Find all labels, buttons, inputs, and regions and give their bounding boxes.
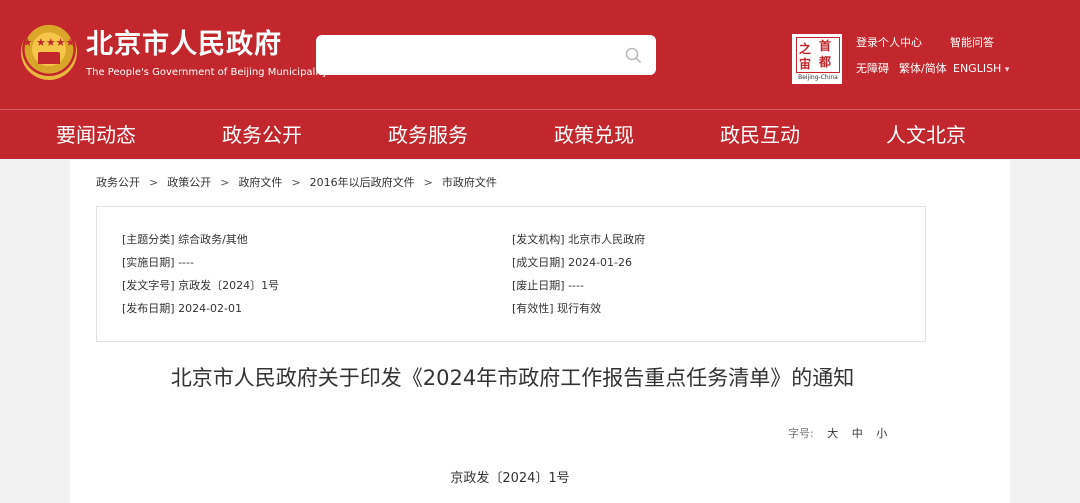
- breadcrumb-item[interactable]: 政府文件: [238, 176, 282, 189]
- accessible-link[interactable]: 无障碍: [856, 62, 889, 76]
- breadcrumb-separator: >: [291, 176, 301, 189]
- trad-simp-link[interactable]: 繁体/简体: [899, 62, 947, 76]
- main-nav: 要闻动态 政务公开 政务服务 政策兑现 政民互动 人文北京: [0, 109, 1080, 159]
- breadcrumb: 政务公开 > 政策公开 > 政府文件 >2016年以后政府文件 > 市政府文件: [96, 176, 497, 190]
- site-title[interactable]: 北京市人民政府: [86, 28, 282, 62]
- nav-item-gov-affairs[interactable]: 政务公开: [192, 110, 332, 160]
- site-header: ★ ★★★★ 北京市人民政府 The People's Government o…: [0, 0, 1080, 109]
- info-publish-date: [发布日期] 2024-02-01: [122, 302, 243, 315]
- capital-logo-caption: Beijing-China: [798, 74, 838, 81]
- info-issuer: [发文机构] 北京市人民政府: [512, 233, 646, 246]
- font-small-button[interactable]: 小: [876, 427, 887, 440]
- info-effective-date: [实施日期] ----: [122, 256, 194, 269]
- font-size-controls: 字号: 大 中 小: [788, 427, 887, 441]
- capital-logo-char: 都: [819, 55, 832, 69]
- info-topic: [主题分类] 综合政务/其他: [122, 233, 248, 246]
- search-box[interactable]: [316, 35, 656, 75]
- breadcrumb-item[interactable]: 政策公开: [167, 176, 211, 189]
- info-created-date: [成文日期] 2024-01-26: [512, 256, 633, 269]
- nav-item-policy[interactable]: 政策兑现: [524, 110, 664, 160]
- breadcrumb-separator: >: [220, 176, 230, 189]
- emblem-gate-icon: [38, 52, 60, 64]
- breadcrumb-item[interactable]: 市政府文件: [442, 176, 497, 189]
- english-link[interactable]: ENGLISH ▾: [953, 62, 1009, 77]
- main-content: 政务公开 > 政策公开 > 政府文件 >2016年以后政府文件 > 市政府文件 [主题分类] …: [70, 160, 1010, 503]
- info-doc-number: [发文字号] 京政发〔2024〕1号: [122, 279, 280, 292]
- info-validity: [有效性] 现行有效: [512, 302, 602, 315]
- font-large-button[interactable]: 大: [827, 427, 838, 440]
- nav-item-gov-services[interactable]: 政务服务: [358, 110, 498, 160]
- nav-item-interaction[interactable]: 政民互动: [690, 110, 830, 160]
- breadcrumb-item[interactable]: 2016年以后政府文件: [310, 176, 415, 189]
- site-subtitle: The People's Government of Beijing Munic…: [86, 67, 328, 78]
- english-label: ENGLISH: [953, 62, 1002, 75]
- chevron-down-icon: ▾: [1004, 65, 1010, 75]
- document-number-line: 京政发〔2024〕1号: [450, 471, 570, 486]
- search-icon[interactable]: [624, 46, 642, 64]
- capital-logo-char: 首: [819, 39, 832, 53]
- search-input[interactable]: [328, 43, 618, 67]
- breadcrumb-separator: >: [149, 176, 159, 189]
- emblem-stars-icon: ★ ★★★★: [22, 36, 76, 49]
- capital-logo[interactable]: 之 首 宙 都 Beijing-China: [792, 34, 842, 84]
- font-medium-button[interactable]: 中: [852, 427, 863, 440]
- breadcrumb-item[interactable]: 政务公开: [96, 176, 140, 189]
- qa-link[interactable]: 智能问答: [950, 36, 994, 50]
- nav-item-news[interactable]: 要闻动态: [26, 110, 166, 160]
- font-size-label: 字号:: [788, 427, 814, 440]
- national-emblem-icon[interactable]: ★ ★★★★: [21, 24, 77, 80]
- document-info-box: [主题分类] 综合政务/其他 [实施日期] ---- [发文字号] 京政发〔20…: [96, 206, 926, 342]
- capital-logo-char: 之: [799, 42, 812, 56]
- nav-item-culture[interactable]: 人文北京: [856, 110, 996, 160]
- capital-logo-char: 宙: [799, 57, 812, 71]
- breadcrumb-separator: >: [423, 176, 433, 189]
- info-expiry-date: [废止日期] ----: [512, 279, 584, 292]
- login-link[interactable]: 登录个人中心: [856, 36, 922, 50]
- document-title: 北京市人民政府关于印发《2024年市政府工作报告重点任务清单》的通知: [170, 366, 855, 390]
